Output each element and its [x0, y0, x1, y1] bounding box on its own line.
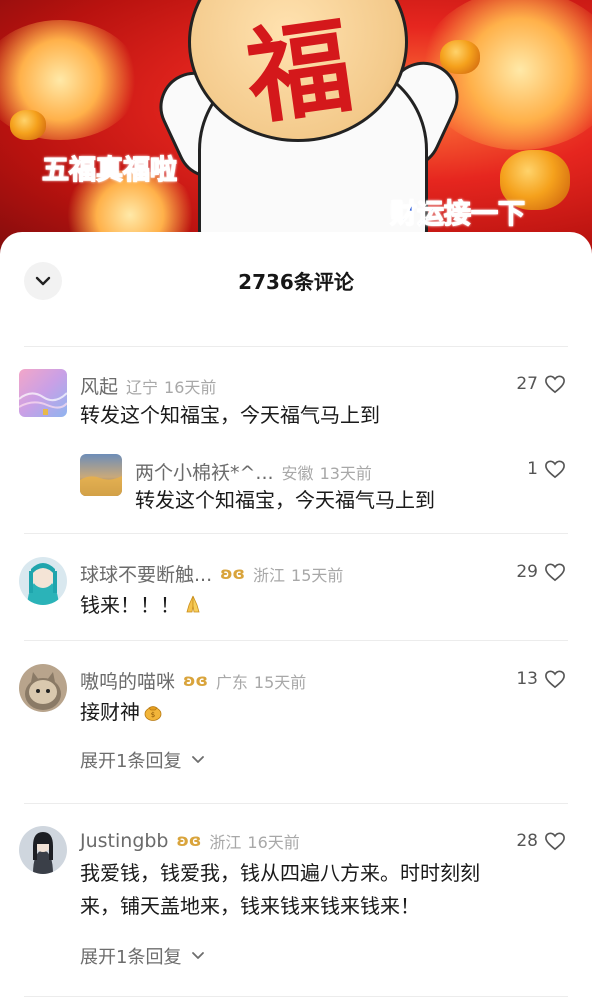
expand-replies-button[interactable]: 展开1条回复	[80, 943, 205, 969]
heart-outline-icon	[545, 832, 565, 851]
comment-text-line-2: 来，铺天盖地来，钱来钱来钱来钱来！	[80, 894, 420, 918]
comment-divider	[24, 996, 568, 997]
svg-text:$: $	[151, 711, 155, 719]
comment-meta: 球球不要断触... ʚɞ 浙江 15天前	[80, 560, 343, 587]
like-button[interactable]: 27	[516, 374, 566, 394]
expand-replies-button[interactable]: 展开1条回复	[80, 747, 205, 773]
fan-badge-icon: ʚɞ	[183, 670, 208, 691]
banner-caption-right: 财运接一下	[389, 198, 525, 230]
username[interactable]: Justingbb	[80, 830, 169, 852]
timestamp: 13天前	[319, 463, 372, 483]
comment-text-body: 接财神	[80, 700, 140, 724]
timestamp: 15天前	[253, 672, 307, 692]
avatar[interactable]	[80, 454, 122, 496]
location: 辽宁	[126, 377, 159, 397]
like-count: 1	[527, 459, 538, 479]
avatar[interactable]	[19, 826, 67, 874]
comment-meta: 风起 辽宁 16天前	[80, 372, 216, 399]
username[interactable]: 球球不要断触...	[80, 560, 212, 587]
banner-caption-left: 五福真福啦	[41, 154, 177, 186]
location: 浙江	[209, 833, 242, 852]
avatar[interactable]	[19, 664, 67, 712]
banner-lantern	[10, 110, 46, 140]
comment-text: 接财神 $	[80, 696, 164, 728]
reply-meta: 两个小棉袄*^... 安徽 13天前	[135, 458, 372, 485]
avatar[interactable]	[19, 369, 67, 417]
comments-sheet: 2736条评论 风起 辽宁 16天前 27 转发这个知福宝，今天福气马上到 两个…	[0, 232, 592, 1001]
video-banner[interactable]: 福 五福真福啦 财运接一下	[0, 0, 592, 260]
expand-replies-label: 展开1条回复	[80, 947, 182, 968]
like-count: 13	[516, 669, 538, 689]
chevron-down-icon	[192, 952, 205, 959]
comment-text-body: 钱来！！！	[80, 593, 180, 617]
fan-badge-icon: ʚɞ	[220, 563, 245, 584]
heart-outline-icon	[545, 460, 565, 479]
comment-divider	[24, 803, 568, 804]
fan-badge-icon: ʚɞ	[176, 831, 202, 851]
username[interactable]: 嗷呜的喵咪	[80, 667, 175, 694]
like-button[interactable]: 1	[527, 459, 566, 479]
username[interactable]: 风起	[80, 372, 118, 399]
comment-divider	[24, 640, 568, 641]
comment-meta: 嗷呜的喵咪 ʚɞ 广东 15天前	[80, 667, 306, 694]
comment-divider	[24, 533, 568, 534]
expand-replies-label: 展开1条回复	[80, 751, 182, 772]
username[interactable]: 两个小棉袄*^...	[135, 458, 274, 485]
like-button[interactable]: 28	[516, 831, 566, 851]
like-button[interactable]: 13	[516, 669, 566, 689]
reply-text: 转发这个知福宝，今天福气马上到	[135, 488, 435, 512]
praying-hands-icon	[186, 595, 200, 613]
chevron-down-icon	[192, 756, 205, 763]
like-count: 27	[516, 374, 538, 394]
location: 安徽	[281, 463, 314, 483]
comment-text: 转发这个知福宝，今天福气马上到	[80, 403, 380, 427]
location: 广东	[215, 672, 248, 692]
comment-text: 钱来！！！	[80, 589, 204, 621]
timestamp: 16天前	[164, 377, 217, 397]
timestamp: 16天前	[247, 833, 300, 852]
like-count: 29	[516, 562, 538, 582]
like-button[interactable]: 29	[516, 562, 566, 582]
heart-outline-icon	[545, 375, 565, 394]
comment-meta: Justingbb ʚɞ 浙江 16天前	[80, 829, 300, 853]
fu-character: 福	[239, 2, 360, 140]
comment-count-title: 2736条评论	[238, 270, 354, 294]
avatar[interactable]	[19, 557, 67, 605]
comment-text-line-1: 我爱钱，钱爱我，钱从四遍八方来。时时刻刻	[80, 861, 480, 885]
comments-header: 2736条评论	[0, 232, 592, 327]
banner-lantern	[440, 40, 480, 74]
header-divider	[24, 346, 568, 347]
heart-outline-icon	[545, 563, 565, 582]
location: 浙江	[253, 565, 286, 585]
timestamp: 15天前	[291, 565, 344, 585]
money-bag-icon: $	[144, 706, 162, 721]
heart-outline-icon	[545, 670, 565, 689]
like-count: 28	[516, 831, 538, 851]
